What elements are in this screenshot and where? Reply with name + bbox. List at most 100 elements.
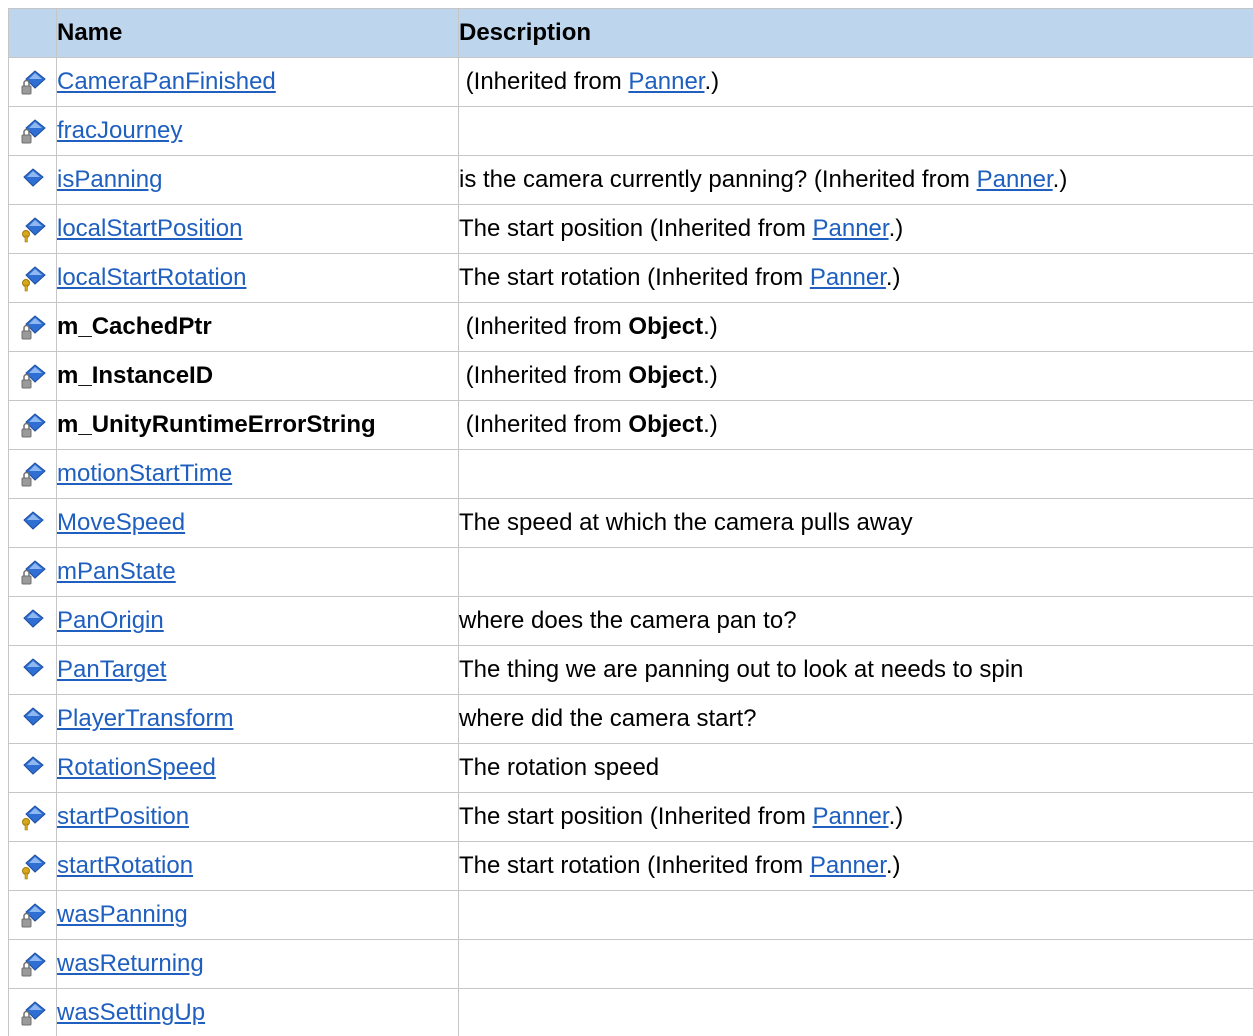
protected-field-icon (18, 802, 48, 832)
member-icon-cell (8, 645, 57, 695)
public-field-icon (18, 165, 48, 195)
description-suffix: .) (885, 264, 901, 291)
table-row: RotationSpeed The rotation speed (8, 743, 1253, 793)
inherited-from-type: Object (628, 362, 704, 389)
member-icon-cell (8, 743, 57, 793)
description-text: where did the camera start? (459, 705, 757, 732)
inherited-from-link[interactable]: Panner (812, 803, 888, 830)
member-description-cell (458, 890, 1253, 940)
member-name-cell: wasPanning (56, 890, 459, 940)
member-description-cell (458, 988, 1253, 1036)
description-suffix: .) (703, 411, 718, 438)
description-text: The start rotation (Inherited from (459, 852, 810, 879)
member-name-cell: PanOrigin (56, 596, 459, 646)
member-name-link[interactable]: isPanning (58, 166, 163, 193)
member-icon-cell (8, 498, 57, 548)
member-name-cell: isPanning (56, 155, 459, 205)
description-suffix: .) (888, 803, 904, 830)
member-name-link[interactable]: fracJourney (58, 117, 183, 144)
member-icon-cell (8, 204, 57, 254)
member-name-link[interactable]: startPosition (58, 803, 190, 830)
table-row: MoveSpeed The speed at which the camera p… (8, 498, 1253, 548)
description-suffix: .) (703, 313, 718, 340)
member-icon-cell (8, 302, 57, 352)
member-name-link[interactable]: wasSettingUp (58, 999, 206, 1026)
member-name-cell: CameraPanFinished (56, 57, 459, 107)
table-row: wasSettingUp (8, 988, 1253, 1036)
table-row: fracJourney (8, 106, 1253, 156)
member-name: m_UnityRuntimeErrorString (57, 411, 376, 438)
member-icon-cell (8, 792, 57, 842)
member-name-link[interactable]: wasPanning (58, 901, 188, 928)
inherited-from-link[interactable]: Panner (810, 264, 886, 291)
member-name-link[interactable]: mPanState (58, 558, 176, 585)
description-text: (Inherited from (459, 411, 629, 438)
inherited-from-link[interactable]: Panner (628, 68, 704, 95)
member-description-cell: The speed at which the camera pulls away (458, 498, 1253, 548)
member-name-cell: startPosition (56, 792, 459, 842)
member-name-cell: motionStartTime (56, 449, 459, 499)
member-icon-cell (8, 351, 57, 401)
description-text: The start position (Inherited from (459, 215, 813, 242)
public-field-icon (18, 606, 48, 636)
member-name-link[interactable]: localStartRotation (58, 264, 247, 291)
member-name-cell: m_CachedPtr (56, 302, 459, 352)
private-field-icon (18, 900, 48, 930)
member-name-link[interactable]: PlayerTransform (58, 705, 234, 732)
private-field-icon (18, 361, 48, 391)
member-name-link[interactable]: PanOrigin (58, 607, 164, 634)
table-row: m_CachedPtr (Inherited from Object.) (8, 302, 1253, 352)
inherited-from-type: Object (628, 411, 704, 438)
member-name-link[interactable]: startRotation (58, 852, 194, 879)
member-name-link[interactable]: MoveSpeed (58, 509, 186, 536)
member-description-cell: (Inherited from Object.) (458, 351, 1253, 401)
inherited-from-link[interactable]: Panner (810, 852, 886, 879)
member-name-cell: wasReturning (56, 939, 459, 989)
member-description-cell: (Inherited from Panner.) (458, 57, 1253, 107)
header-row: Name Description (8, 8, 1253, 58)
member-description-cell: where does the camera pan to? (458, 596, 1253, 646)
table-row: m_UnityRuntimeErrorString (Inherited fro… (8, 400, 1253, 450)
member-icon-cell (8, 253, 57, 303)
member-name: m_CachedPtr (57, 313, 212, 340)
table-row: startRotation The start rotation (Inherit… (8, 841, 1253, 891)
member-name-link[interactable]: motionStartTime (58, 460, 233, 487)
public-field-icon (18, 753, 48, 783)
table-row: motionStartTime (8, 449, 1253, 499)
description-text: The thing we are panning out to look at … (459, 656, 1024, 683)
inherited-from-link[interactable]: Panner (977, 166, 1053, 193)
table-row: localStartPosition The start position (In… (8, 204, 1253, 254)
table-row: startPosition The start position (Inherit… (8, 792, 1253, 842)
header-icon-column (8, 8, 57, 58)
member-description-cell: is the camera currently panning? (Inheri… (458, 155, 1253, 205)
header-description-column: Description (458, 8, 1253, 58)
private-field-icon (18, 557, 48, 587)
public-field-icon (18, 655, 48, 685)
member-icon-cell (8, 155, 57, 205)
member-name-link[interactable]: PanTarget (58, 656, 167, 683)
inherited-from-link[interactable]: Panner (812, 215, 888, 242)
private-field-icon (18, 949, 48, 979)
description-text: (Inherited from (459, 313, 629, 340)
member-description-cell: The start rotation (Inherited from Panne… (458, 841, 1253, 891)
description-text: The start position (Inherited from (459, 803, 813, 830)
table-row: localStartRotation The start rotation (In… (8, 253, 1253, 303)
table-row: PlayerTransform where did the camera star… (8, 694, 1253, 744)
protected-field-icon (18, 263, 48, 293)
member-name-cell: localStartRotation (56, 253, 459, 303)
member-name-cell: PlayerTransform (56, 694, 459, 744)
member-name-link[interactable]: localStartPosition (58, 215, 243, 242)
member-name-cell: localStartPosition (56, 204, 459, 254)
member-name-link[interactable]: wasReturning (58, 950, 204, 977)
table-row: isPanning is the camera currently panning… (8, 155, 1253, 205)
member-description-cell: where did the camera start? (458, 694, 1253, 744)
table-row: PanOrigin where does the camera pan to? (8, 596, 1253, 646)
member-name-link[interactable]: CameraPanFinished (58, 68, 276, 95)
member-name-cell: m_InstanceID (56, 351, 459, 401)
member-description-cell: (Inherited from Object.) (458, 400, 1253, 450)
member-description-cell (458, 939, 1253, 989)
member-name-link[interactable]: RotationSpeed (58, 754, 216, 781)
member-description-cell (458, 547, 1253, 597)
protected-field-icon (18, 214, 48, 244)
member-description-cell: The rotation speed (458, 743, 1253, 793)
